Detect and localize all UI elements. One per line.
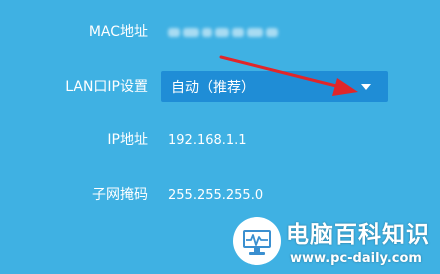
- watermark: 电脑百科知识 www.pc-daily.com: [222, 214, 440, 274]
- monitor-logo-icon: [233, 217, 281, 265]
- mac-address-label: MAC地址: [88, 24, 148, 40]
- lan-ip-mode-selected-value: 自动（推荐）: [171, 79, 255, 96]
- ip-address-label: IP地址: [107, 132, 148, 148]
- lan-ip-setting-label: LAN口IP设置: [65, 79, 148, 95]
- watermark-url: www.pc-daily.com: [290, 251, 422, 266]
- lan-ip-mode-select[interactable]: 自动（推荐）: [161, 71, 388, 102]
- ip-address-value: 192.168.1.1: [168, 133, 247, 148]
- watermark-title: 电脑百科知识: [286, 222, 430, 248]
- subnet-mask-value: 255.255.255.0: [168, 188, 264, 203]
- subnet-mask-label: 子网掩码: [92, 187, 148, 203]
- dropdown-caret-icon[interactable]: [361, 84, 371, 90]
- mac-address-value-blurred: [168, 26, 278, 38]
